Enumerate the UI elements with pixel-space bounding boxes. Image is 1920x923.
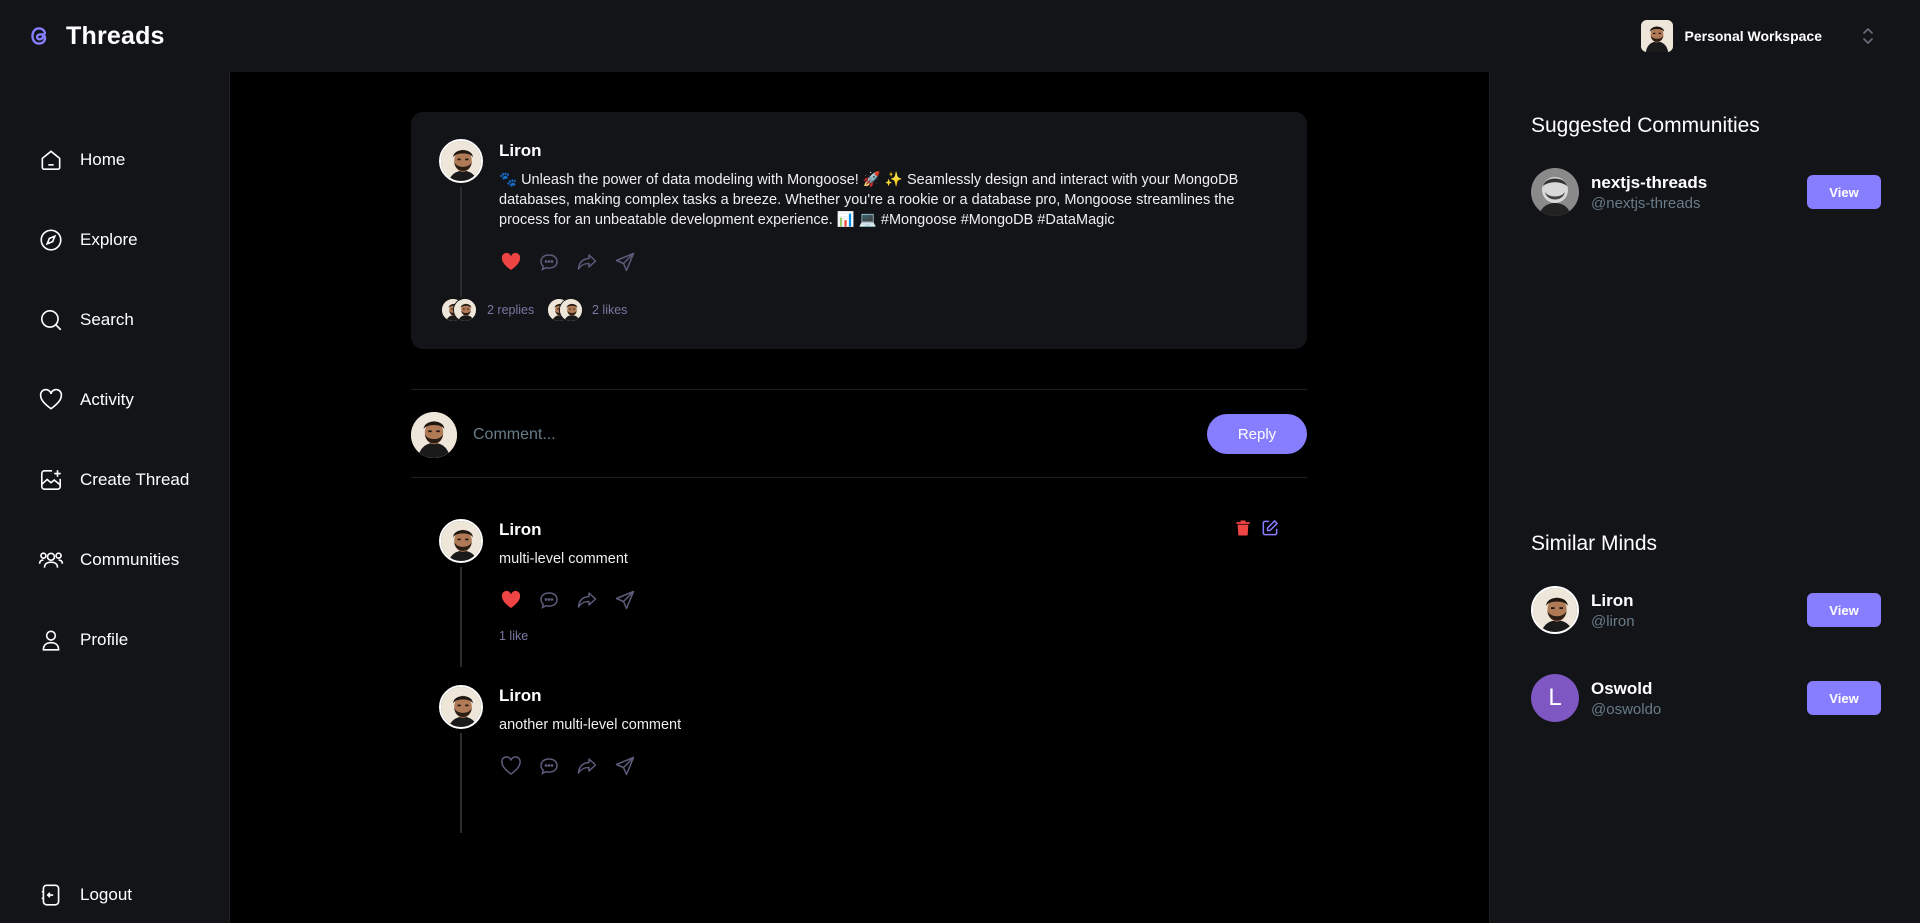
sidebar-item-label: Activity [80,390,134,409]
comment-text: multi-level comment [499,551,628,567]
likes-count[interactable]: 2 likes [592,303,627,317]
logout-icon [41,884,60,906]
divider [411,477,1307,478]
like-avatar [559,298,583,322]
thread-card: Liron 🐾 Unleash the power of data modeli… [411,112,1307,349]
comment-author[interactable]: Liron [499,686,542,706]
comment-input[interactable] [473,417,1173,453]
app-title: Threads [66,21,165,50]
workspace-label: Personal Workspace [1684,28,1822,44]
sidebar-item-search[interactable]: Search [38,300,134,340]
thread-author[interactable]: Liron [499,141,542,161]
heart-filled-icon[interactable] [499,588,523,612]
share-icon[interactable] [613,754,637,778]
top-bar: Threads Personal Workspace [0,0,1920,72]
thread-text: 🐾 Unleash the power of data modeling wit… [499,172,1239,228]
view-user-button[interactable]: View [1807,681,1881,715]
author-avatar[interactable] [439,139,483,183]
replies-count[interactable]: 2 replies [487,303,534,317]
users-icon [38,552,64,568]
user-name[interactable]: Liron [1591,591,1807,611]
reply-icon[interactable] [537,588,561,612]
sidebar-item-label: Profile [80,630,129,649]
user-name[interactable]: Oswold [1591,679,1807,699]
main-content: Liron 🐾 Unleash the power of data modeli… [230,72,1489,923]
thread-line [460,567,462,667]
heart-icon[interactable] [499,754,523,778]
user-icon [42,630,60,651]
sidebar-item-home[interactable]: Home [38,140,125,180]
delete-icon[interactable] [1233,518,1253,538]
comment-text: another multi-level comment [499,717,682,733]
community-name[interactable]: nextjs-threads [1591,173,1807,193]
left-sidebar: Home Explore Search Activity Create Thre… [0,72,230,923]
thread-line [460,187,462,297]
user-row: L Oswold @oswoldo View [1531,673,1881,723]
heart-filled-icon[interactable] [499,250,523,274]
sidebar-item-activity[interactable]: Activity [38,380,134,420]
comment-actions [499,588,637,612]
create-image-icon [40,469,62,491]
user-row: Liron @liron View [1531,585,1881,635]
share-icon[interactable] [613,588,637,612]
user-handle: @oswoldo [1591,700,1662,718]
reply-icon[interactable] [537,754,561,778]
comment-author[interactable]: Liron [499,520,542,540]
sidebar-item-label: Home [80,150,126,169]
sidebar-item-label: Search [80,310,134,329]
compass-icon [40,229,62,251]
share-icon[interactable] [613,250,637,274]
user-initial-avatar: L [1531,674,1579,722]
repost-icon[interactable] [575,588,599,612]
community-avatar [1531,168,1579,216]
logout-button[interactable]: Logout [38,875,132,915]
threads-logo-icon [31,27,47,45]
avatar-initial: L [1548,684,1562,711]
comment-author-avatar[interactable] [439,519,483,563]
reply-avatar [453,298,477,322]
comment-actions [499,754,637,778]
suggested-communities-title: Suggested Communities [1531,114,1760,137]
sidebar-item-label: Create Thread [80,470,190,489]
view-community-button[interactable]: View [1807,175,1881,209]
sidebar-item-label: Explore [80,230,138,249]
view-user-button[interactable]: View [1807,593,1881,627]
similar-minds-title: Similar Minds [1531,532,1658,555]
divider [411,389,1307,390]
heart-icon [39,388,63,410]
home-icon [41,150,61,171]
sidebar-item-create-thread[interactable]: Create Thread [38,460,189,500]
comment-author-avatar[interactable] [439,685,483,729]
edit-icon[interactable] [1260,518,1280,538]
chevron-up-down-icon [1863,28,1873,44]
thread-line [460,733,462,833]
right-sidebar: Suggested Communities nextjs-threads @ne… [1489,72,1920,923]
reply-button[interactable]: Reply [1207,414,1307,454]
workspace-avatar [1641,20,1673,52]
sidebar-item-profile[interactable]: Profile [38,620,128,660]
repost-icon[interactable] [575,754,599,778]
current-user-avatar [411,412,457,458]
sidebar-item-label: Communities [80,550,180,569]
reply-icon[interactable] [537,250,561,274]
community-row: nextjs-threads @nextjs-threads View [1531,167,1881,217]
repost-icon[interactable] [575,250,599,274]
brand[interactable]: Threads [26,22,165,51]
search-icon [40,309,62,331]
comment-likes-count[interactable]: 1 like [499,629,528,643]
thread-actions [499,250,637,274]
user-avatar [1531,586,1579,634]
sidebar-item-communities[interactable]: Communities [38,540,179,580]
community-handle: @nextjs-threads [1591,194,1701,212]
sidebar-item-explore[interactable]: Explore [38,220,138,260]
user-handle: @liron [1591,612,1635,630]
workspace-switcher[interactable]: Personal Workspace [1641,20,1876,52]
logout-label: Logout [80,885,132,904]
